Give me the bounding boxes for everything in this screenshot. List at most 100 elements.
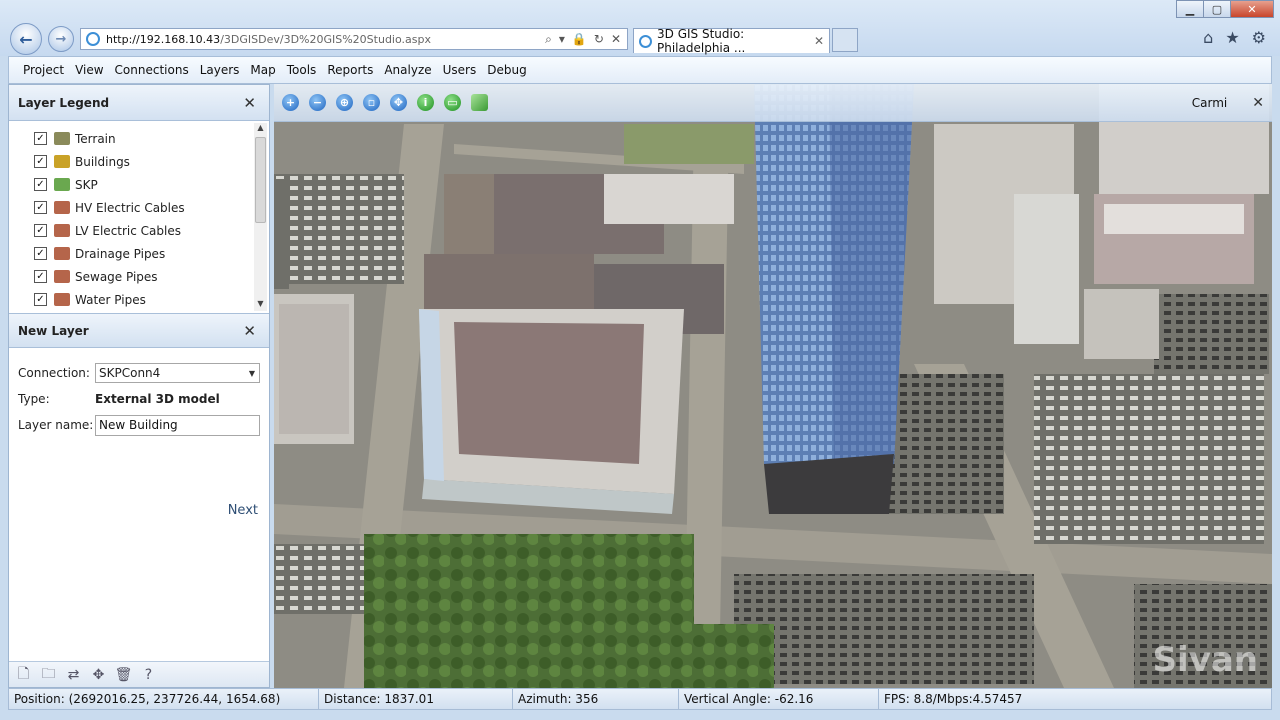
browser-tab[interactable]: 3D GIS Studio: Philadelphia ... ✕ bbox=[633, 27, 830, 55]
legend-item-lv-electric-cables[interactable]: ✓ LV Electric Cables bbox=[9, 219, 269, 242]
3d-cube-icon[interactable] bbox=[471, 94, 488, 111]
layer-legend-close-icon[interactable]: ✕ bbox=[243, 94, 256, 112]
status-bar: Position: (2692016.25, 237726.44, 1654.6… bbox=[8, 688, 1272, 710]
map-toolbar: + − ⊕ ▫ ✥ i ▭ Carmi ✕ bbox=[274, 84, 1272, 122]
new-layer-header: New Layer ✕ bbox=[9, 314, 269, 348]
address-bar[interactable]: http://192.168.10.43/3DGISDev/3D%20GIS%2… bbox=[80, 28, 628, 50]
search-icon[interactable]: ⌕ bbox=[545, 32, 552, 47]
terrain-checkbox[interactable]: ✓ bbox=[34, 132, 47, 145]
legend-item-label: Buildings bbox=[75, 154, 130, 169]
back-button[interactable]: ← bbox=[10, 23, 42, 55]
type-row: Type: External 3D model bbox=[9, 386, 269, 412]
zoom-in-icon[interactable]: + bbox=[282, 94, 299, 111]
layer-legend-title: Layer Legend bbox=[18, 95, 110, 110]
new-file-icon[interactable]: 🗋 bbox=[15, 666, 32, 683]
layer-legend-list: ✓ Terrain ✓ Buildings ✓ SKP ✓ HV Electri… bbox=[9, 121, 269, 313]
legend-item-terrain[interactable]: ✓ Terrain bbox=[9, 127, 269, 150]
aerial-map-image bbox=[274, 84, 1272, 688]
tab-title: 3D GIS Studio: Philadelphia ... bbox=[657, 27, 746, 55]
legend-item-label: Sewage Pipes bbox=[75, 269, 158, 284]
legend-item-drainage-pipes[interactable]: ✓ Drainage Pipes bbox=[9, 242, 269, 265]
favorites-star-icon[interactable]: ★ bbox=[1225, 28, 1239, 47]
scroll-thumb[interactable] bbox=[255, 137, 266, 223]
skp-checkbox[interactable]: ✓ bbox=[34, 178, 47, 191]
scroll-up-icon[interactable]: ▲ bbox=[254, 123, 267, 135]
layer-name-row: Layer name: bbox=[9, 412, 269, 438]
connection-value: SKPConn4 bbox=[99, 366, 161, 380]
open-folder-icon[interactable]: 🗀 bbox=[40, 666, 57, 683]
refresh-icon[interactable]: ↻ bbox=[594, 32, 604, 47]
menu-debug[interactable]: Debug bbox=[487, 63, 526, 77]
pan-icon[interactable]: ✥ bbox=[390, 94, 407, 111]
chevron-down-icon: ▼ bbox=[248, 368, 255, 378]
legend-item-label: Terrain bbox=[75, 131, 116, 146]
map-view[interactable]: + − ⊕ ▫ ✥ i ▭ Carmi ✕ Sivan bbox=[274, 84, 1272, 688]
layer-icon[interactable]: ▭ bbox=[444, 94, 461, 111]
zoom-window-icon[interactable]: ▫ bbox=[363, 94, 380, 111]
browser-chrome: ▁ ▢ ✕ ← → http://192.168.10.43/3DGISDev/… bbox=[0, 0, 1280, 56]
menu-map[interactable]: Map bbox=[250, 63, 275, 77]
close-window-button[interactable]: ✕ bbox=[1230, 0, 1274, 18]
new-layer-close-icon[interactable]: ✕ bbox=[243, 322, 256, 340]
connect-icon[interactable]: ⇄ bbox=[65, 666, 82, 683]
menu-analyze[interactable]: Analyze bbox=[384, 63, 431, 77]
home-icon[interactable]: ⌂ bbox=[1203, 28, 1213, 47]
menu-reports[interactable]: Reports bbox=[327, 63, 373, 77]
status-vertical-angle: Vertical Angle: -62.16 bbox=[679, 689, 879, 709]
legend-item-water-pipes[interactable]: ✓ Water Pipes bbox=[9, 288, 269, 311]
dropdown-icon[interactable]: ▾ bbox=[559, 32, 565, 47]
hv-cables-checkbox[interactable]: ✓ bbox=[34, 201, 47, 214]
menu-users[interactable]: Users bbox=[443, 63, 477, 77]
menu-layers[interactable]: Layers bbox=[200, 63, 240, 77]
lv-cables-checkbox[interactable]: ✓ bbox=[34, 224, 47, 237]
minimize-button[interactable]: ▁ bbox=[1176, 0, 1204, 18]
status-azimuth: Azimuth: 356 bbox=[513, 689, 679, 709]
stop-icon[interactable]: ✕ bbox=[611, 32, 621, 47]
forward-button[interactable]: → bbox=[48, 26, 74, 52]
menu-view[interactable]: View bbox=[75, 63, 103, 77]
legend-item-skp[interactable]: ✓ SKP bbox=[9, 173, 269, 196]
menu-connections[interactable]: Connections bbox=[115, 63, 189, 77]
new-tab-button[interactable] bbox=[832, 28, 858, 52]
map-close-icon[interactable]: ✕ bbox=[1252, 95, 1264, 111]
app-menu-bar: Project View Connections Layers Map Tool… bbox=[8, 56, 1272, 84]
zoom-out-icon[interactable]: − bbox=[309, 94, 326, 111]
water-pipes-layer-icon bbox=[54, 293, 70, 306]
zoom-extent-icon[interactable]: ⊕ bbox=[336, 94, 353, 111]
help-icon[interactable]: ? bbox=[140, 666, 157, 683]
drainage-pipes-layer-icon bbox=[54, 247, 70, 260]
maximize-button[interactable]: ▢ bbox=[1203, 0, 1231, 18]
drainage-pipes-checkbox[interactable]: ✓ bbox=[34, 247, 47, 260]
legend-item-hv-electric-cables[interactable]: ✓ HV Electric Cables bbox=[9, 196, 269, 219]
info-icon[interactable]: i bbox=[417, 94, 434, 111]
move-icon[interactable]: ✥ bbox=[90, 666, 107, 683]
settings-gear-icon[interactable]: ⚙ bbox=[1252, 28, 1266, 47]
connection-select[interactable]: SKPConn4 ▼ bbox=[95, 363, 260, 383]
water-pipes-checkbox[interactable]: ✓ bbox=[34, 293, 47, 306]
sewage-pipes-checkbox[interactable]: ✓ bbox=[34, 270, 47, 283]
connection-label: Connection: bbox=[18, 366, 90, 380]
url-host: http://192.168.10.43 bbox=[106, 32, 221, 46]
type-label: Type: bbox=[18, 392, 50, 406]
menu-tools[interactable]: Tools bbox=[287, 63, 317, 77]
window-controls: ▁ ▢ ✕ bbox=[1176, 0, 1274, 18]
menu-project[interactable]: Project bbox=[23, 63, 64, 77]
legend-item-label: HV Electric Cables bbox=[75, 200, 185, 215]
left-panel: Layer Legend ✕ ✓ Terrain ✓ Buildings ✓ S… bbox=[8, 84, 270, 688]
status-fps: FPS: 8.8/Mbps:4.57457 bbox=[884, 692, 1023, 706]
legend-scrollbar[interactable]: ▲ ▼ bbox=[254, 123, 267, 311]
layer-name-input[interactable] bbox=[95, 414, 260, 436]
map-user-label: Carmi bbox=[1191, 95, 1228, 110]
legend-item-buildings[interactable]: ✓ Buildings bbox=[9, 150, 269, 173]
status-distance: Distance: 1837.01 bbox=[319, 689, 513, 709]
delete-trash-icon[interactable]: 🗑 bbox=[115, 666, 133, 683]
lock-icon: 🔒 bbox=[571, 31, 587, 46]
buildings-checkbox[interactable]: ✓ bbox=[34, 155, 47, 168]
tab-close-icon[interactable]: ✕ bbox=[814, 34, 824, 48]
panel-bottom-toolbar: 🗋 🗀 ⇄ ✥ 🗑 ? bbox=[9, 661, 269, 687]
legend-item-sewage-pipes[interactable]: ✓ Sewage Pipes bbox=[9, 265, 269, 288]
browser-toolbar-icons: ⌂ ★ ⚙ bbox=[1203, 28, 1266, 47]
next-link[interactable]: Next bbox=[228, 503, 258, 518]
url-path: /3DGISDev/3D%20GIS%20Studio.aspx bbox=[220, 32, 431, 46]
scroll-down-icon[interactable]: ▼ bbox=[254, 299, 267, 311]
